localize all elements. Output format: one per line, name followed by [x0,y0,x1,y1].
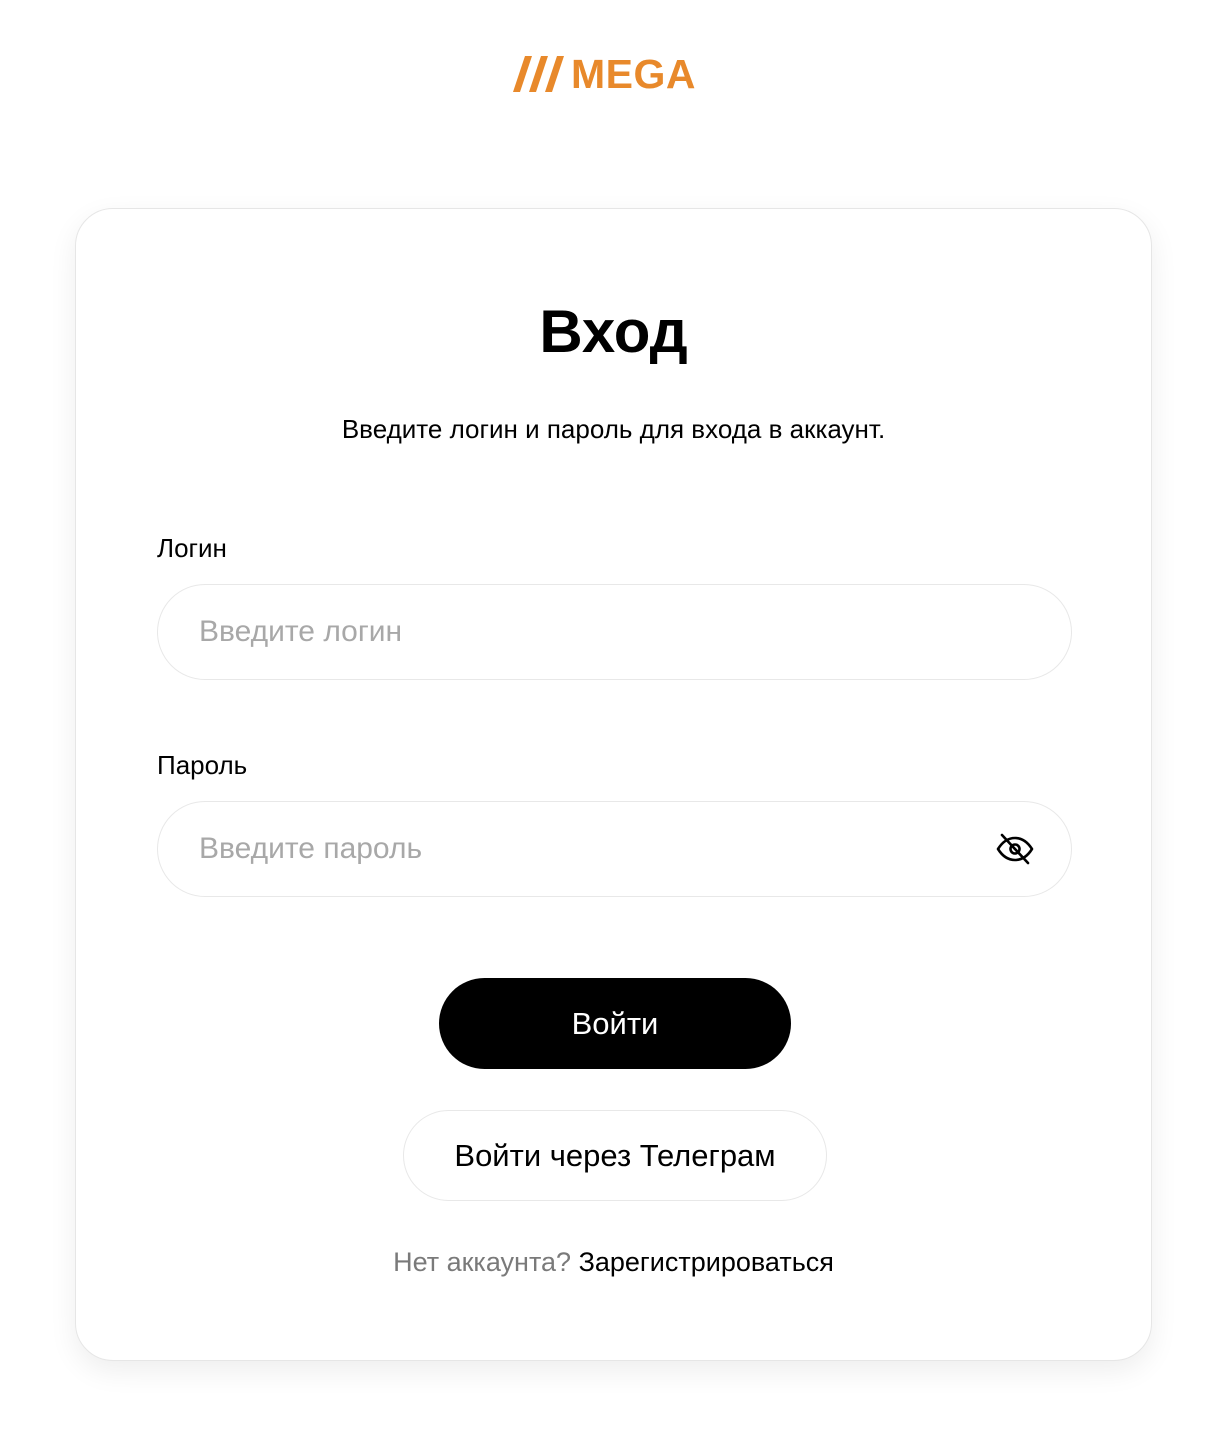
register-prompt: Нет аккаунта? [393,1247,572,1277]
login-subtitle: Введите логин и пароль для входа в аккау… [341,414,886,444]
login-card: Вход Введите логин и пароль для входа в … [75,208,1152,1361]
brand-name: MEGA [571,51,696,97]
register-line: Нет аккаунта? Зарегистрироваться [76,1245,1151,1279]
eye-off-icon [996,833,1034,865]
logo-slashes-icon [513,56,564,92]
register-link[interactable]: Зарегистрироваться [579,1247,834,1277]
login-input-container [157,584,1072,680]
login-page: MEGA Вход Введите логин и пароль для вхо… [0,0,1226,1434]
brand-logo[interactable]: MEGA [513,52,715,96]
login-label: Логин [157,533,227,563]
password-input[interactable] [158,802,993,896]
password-label: Пароль [157,750,248,780]
toggle-password-visibility-button[interactable] [993,827,1037,871]
login-button[interactable]: Войти [439,978,791,1069]
page-title: Вход [539,298,688,365]
password-input-container [157,801,1072,897]
telegram-login-button[interactable]: Войти через Телеграм [403,1110,827,1201]
login-input[interactable] [158,585,1071,679]
